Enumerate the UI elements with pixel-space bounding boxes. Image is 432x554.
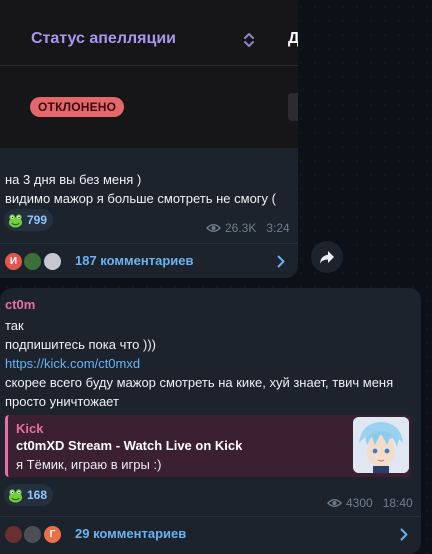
frog-reaction-icon	[8, 213, 23, 228]
reaction-count: 168	[27, 488, 48, 502]
post-meta: 26.3K 3:24	[206, 221, 290, 235]
post-text-line: на 3 дня вы без меня )	[5, 172, 142, 187]
sender-name[interactable]: ct0m	[5, 297, 35, 312]
share-icon	[320, 251, 334, 264]
table-header-next-col: Д	[288, 30, 298, 47]
share-button[interactable]	[311, 241, 343, 273]
preview-site: Kick	[16, 421, 44, 436]
post-time: 18:40	[382, 496, 413, 510]
post-image[interactable]: Статус апелляции Д ОТКЛОНЕНО	[0, 0, 298, 148]
frog-reaction-icon	[8, 488, 23, 503]
avatar: Г	[42, 524, 63, 545]
preview-description: я Тёмик, играю в игры :)	[16, 457, 162, 472]
eye-icon	[206, 224, 221, 232]
views-count: 26.3K	[225, 221, 257, 235]
post-link[interactable]: https://kick.com/ct0mxd	[5, 354, 415, 373]
avatar	[3, 524, 24, 545]
reaction-chip[interactable]: 168	[4, 484, 54, 506]
post-text: на 3 дня вы без меня ) видимо мажор я бо…	[5, 170, 295, 208]
comments-button[interactable]: Г 29 комментариев	[0, 516, 421, 550]
preview-title: ct0mXD Stream - Watch Live on Kick	[16, 438, 243, 453]
chevron-right-icon	[400, 528, 408, 541]
post-time: 3:24	[266, 221, 290, 235]
post-text-line: скорее всего буду мажор смотреть на кике…	[5, 375, 394, 409]
avatar-icon	[353, 417, 409, 473]
reaction-chip[interactable]: 799	[4, 209, 54, 231]
post-text-line: подпишитесь пока что )))	[5, 337, 156, 352]
avatar: И	[3, 251, 24, 272]
status-badge: ОТКЛОНЕНО	[30, 97, 125, 117]
comments-label: 29 комментариев	[75, 526, 187, 541]
avatar	[22, 524, 43, 545]
post-text: так подпишитесь пока что ))) https://kic…	[5, 316, 415, 411]
comments-button[interactable]: И 187 комментариев	[0, 243, 298, 277]
eye-icon	[327, 499, 342, 507]
avatar-initial: Г	[49, 529, 56, 540]
comments-label: 187 комментариев	[75, 253, 194, 268]
avatar	[42, 251, 63, 272]
table-header: Статус апелляции Д	[0, 16, 298, 66]
preview-thumbnail	[353, 417, 409, 473]
post-text-line: так	[5, 318, 24, 333]
channel-post: Статус апелляции Д ОТКЛОНЕНО на 3 дня вы…	[0, 0, 298, 278]
views-count: 4300	[346, 496, 373, 510]
avatar-initial: И	[9, 256, 18, 267]
sort-icon	[244, 33, 254, 47]
reaction-count: 799	[27, 213, 48, 227]
avatar	[22, 251, 43, 272]
chevron-right-icon	[277, 255, 285, 268]
link-preview[interactable]: Kick ct0mXD Stream - Watch Live on Kick …	[5, 415, 411, 477]
table-cell	[288, 93, 298, 121]
post-meta: 4300 18:40	[327, 496, 413, 510]
post-text-line: видимо мажор я больше смотреть не смогу …	[5, 191, 276, 206]
channel-post: ct0m так подпишитесь пока что ))) https:…	[0, 288, 421, 554]
table-header-title: Статус апелляции	[31, 30, 176, 47]
